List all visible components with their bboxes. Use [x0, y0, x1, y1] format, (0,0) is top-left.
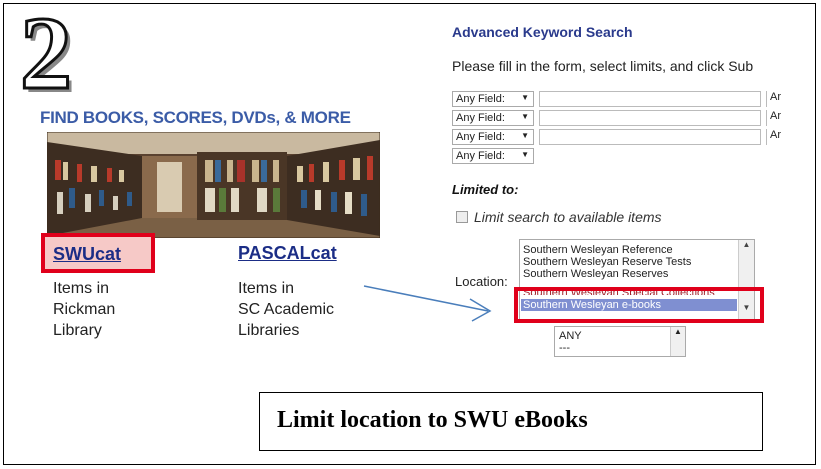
pascalcat-description: Items in SC Academic Libraries: [238, 278, 368, 341]
location-option[interactable]: Southern Wesleyan Reserves: [523, 268, 668, 280]
scroll-up-icon[interactable]: ▲: [671, 327, 685, 336]
search-row: Any Field: ▼ Ar: [452, 91, 814, 109]
row-trailing-select[interactable]: Ar: [766, 110, 818, 126]
search-row: Any Field: ▼ Ar: [452, 110, 814, 128]
search-row: Any Field: ▼ Ar: [452, 129, 814, 147]
swucat-desc-line: Library: [53, 322, 102, 339]
caption-box: Limit location to SWU eBooks: [259, 392, 763, 451]
search-row: Any Field: ▼: [452, 148, 814, 166]
swucat-desc-line: Rickman: [53, 301, 116, 318]
limit-available-checkbox[interactable]: [456, 211, 468, 223]
caption-text: Limit location to SWU eBooks: [277, 407, 588, 433]
pascalcat-link[interactable]: PASCALcat: [238, 243, 337, 264]
field-select[interactable]: Any Field: ▼: [452, 91, 534, 107]
search-instructions: Please fill in the form, select limits, …: [452, 58, 754, 74]
search-term-input[interactable]: [539, 91, 761, 107]
field-select[interactable]: Any Field: ▼: [452, 129, 534, 145]
advanced-search-title: Advanced Keyword Search: [452, 24, 633, 40]
chevron-down-icon: ▼: [521, 150, 529, 159]
scroll-up-icon[interactable]: ▲: [739, 240, 754, 249]
swucat-desc-line: Items in: [53, 280, 110, 297]
search-term-input[interactable]: [539, 110, 761, 126]
secondary-listbox[interactable]: ANY --- ▲: [554, 326, 686, 357]
library-stacks-photo: [47, 132, 380, 238]
limited-to-heading: Limited to:: [452, 182, 519, 197]
chevron-down-icon: ▼: [521, 93, 529, 102]
limit-available-option[interactable]: Limit search to available items: [456, 209, 662, 225]
search-term-input[interactable]: [539, 129, 761, 145]
secondary-scrollbar[interactable]: ▲: [670, 327, 685, 356]
row-trailing-select[interactable]: Ar: [766, 129, 818, 145]
swucat-link[interactable]: SWUcat: [53, 244, 121, 265]
chevron-down-icon: ▼: [521, 131, 529, 140]
field-select-label: Any Field:: [456, 131, 505, 143]
chevron-down-icon: ▼: [521, 112, 529, 121]
limit-available-label: Limit search to available items: [474, 209, 662, 225]
row-trailing-select[interactable]: Ar: [766, 91, 818, 107]
field-select-label: Any Field:: [456, 93, 505, 105]
ebooks-highlight-box: [514, 287, 764, 323]
pascalcat-desc-line: Libraries: [238, 322, 300, 339]
field-select-label: Any Field:: [456, 112, 505, 124]
field-select[interactable]: Any Field: ▼: [452, 110, 534, 126]
pascalcat-desc-line: SC Academic: [238, 301, 335, 318]
step-number: 2: [19, 0, 74, 111]
pascalcat-desc-line: Items in: [238, 280, 295, 297]
location-option[interactable]: Southern Wesleyan Reserve Tests: [523, 256, 691, 268]
find-books-heading: FIND BOOKS, SCORES, DVDs, & MORE: [40, 108, 351, 127]
location-label: Location:: [455, 274, 508, 289]
listbox-option[interactable]: ---: [559, 342, 570, 354]
swucat-description: Items in Rickman Library: [53, 278, 173, 341]
field-select[interactable]: Any Field: ▼: [452, 148, 534, 164]
listbox-option[interactable]: ANY: [559, 330, 582, 342]
cropped-label: [455, 347, 545, 357]
location-option[interactable]: Southern Wesleyan Reference: [523, 244, 673, 256]
field-select-label: Any Field:: [456, 150, 505, 162]
